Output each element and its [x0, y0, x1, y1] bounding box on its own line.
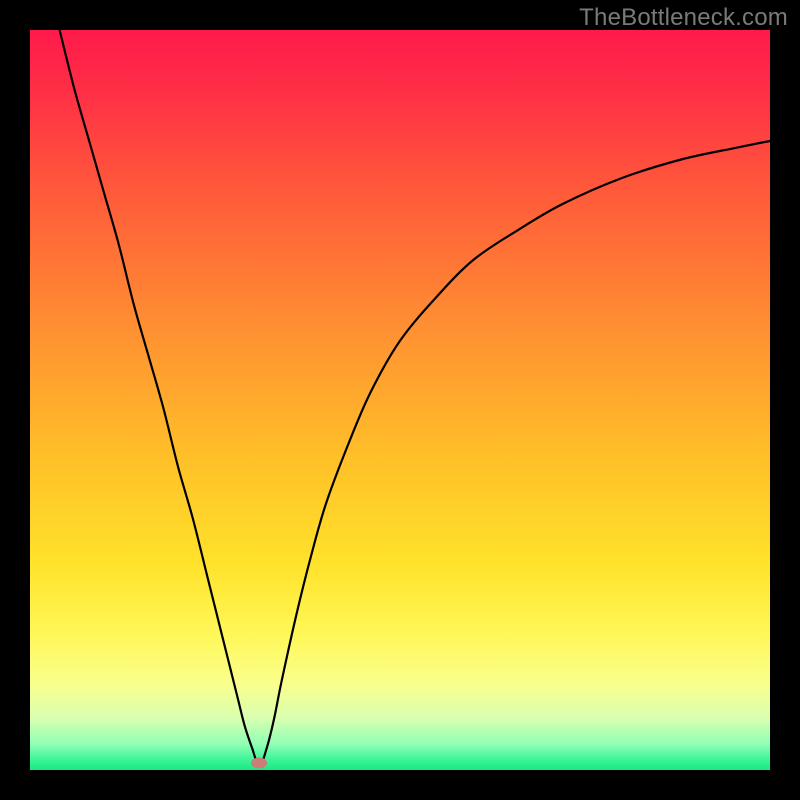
- chart-frame: TheBottleneck.com: [0, 0, 800, 800]
- bottleneck-curve: [30, 30, 770, 770]
- plot-area: [30, 30, 770, 770]
- watermark-text: TheBottleneck.com: [579, 4, 788, 32]
- optimal-point-marker: [251, 757, 267, 768]
